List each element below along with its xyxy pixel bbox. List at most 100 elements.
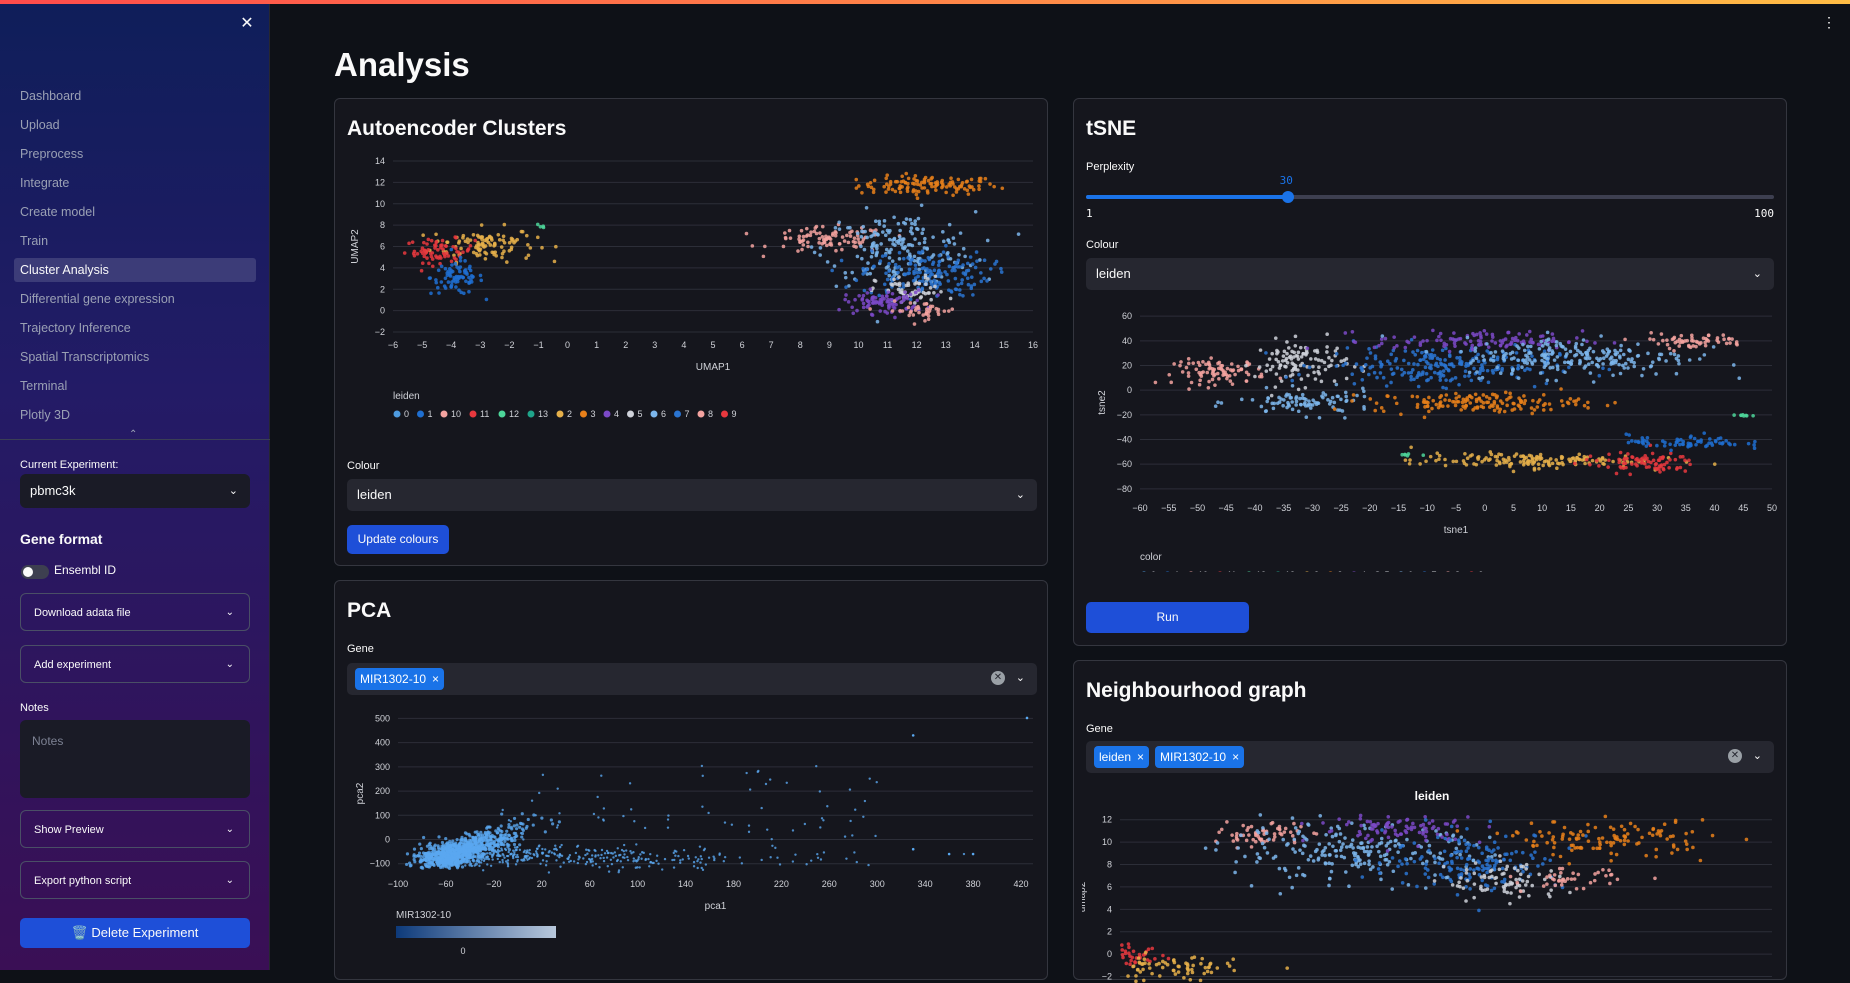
run-button[interactable]: Run	[1086, 602, 1249, 633]
data-point	[1677, 361, 1681, 366]
gene-tag[interactable]: leiden ×	[1094, 746, 1150, 768]
data-point	[1651, 337, 1656, 342]
sidebar-item-plotly-3d[interactable]: Plotly 3D	[14, 403, 256, 427]
umap-plot[interactable]: −202468101214−6 −5 −4 −3 −2 −1 0 1 2 3 4 5 6 7 8 9 10 11 1…	[343, 149, 1043, 419]
data-point	[884, 247, 889, 252]
data-point	[622, 814, 625, 818]
ensembl-id-toggle[interactable]	[21, 565, 49, 579]
data-point	[1618, 354, 1622, 358]
sidebar-item-upload[interactable]: Upload	[14, 113, 256, 137]
data-point	[1422, 415, 1427, 420]
data-point	[1472, 882, 1477, 886]
clear-icon[interactable]: ✕	[1728, 749, 1742, 763]
data-point	[1265, 363, 1269, 368]
data-point	[1327, 829, 1332, 834]
data-point	[1570, 848, 1574, 853]
gene-tag[interactable]: MIR1302-10 ×	[355, 668, 445, 690]
data-point	[920, 249, 925, 253]
neighbourhood-gene-multiselect[interactable]: leiden × MIR1302-10 × ✕ ⌄	[1086, 741, 1774, 773]
data-point	[1495, 365, 1499, 370]
data-point	[826, 805, 829, 808]
data-point	[1506, 455, 1511, 460]
data-point	[1540, 334, 1545, 338]
update-colours-button[interactable]: Update colours	[347, 525, 449, 554]
data-point	[1292, 837, 1297, 842]
sidebar-item-differential-gene-expression[interactable]: Differential gene expression	[14, 287, 256, 311]
sidebar-item-spatial-transcriptomics[interactable]: Spatial Transcriptomics	[14, 345, 256, 369]
sidebar-item-dashboard[interactable]: Dashboard	[14, 84, 256, 108]
sidebar-item-create-model[interactable]: Create model	[14, 200, 256, 224]
data-point	[1299, 402, 1303, 407]
data-point	[469, 274, 474, 278]
perplexity-slider-thumb[interactable]	[1281, 191, 1294, 203]
data-point	[1527, 329, 1532, 334]
main-menu-icon[interactable]: ⋮	[1822, 14, 1836, 31]
tsne-plot[interactable]: −80−60−40−200204060−60 −55 −50 −45 −40 −35 −30…	[1082, 302, 1782, 572]
show-preview-expander[interactable]: Show Preview ⌄	[20, 810, 250, 848]
data-point	[1561, 832, 1565, 837]
perplexity-slider-track[interactable]: 30	[1086, 174, 1774, 203]
data-point	[1560, 344, 1565, 349]
data-point	[1296, 409, 1301, 414]
sidebar-item-preprocess[interactable]: Preprocess	[14, 142, 256, 166]
data-point	[551, 822, 555, 826]
data-point	[1618, 838, 1623, 843]
data-point	[1205, 969, 1210, 974]
pca-gene-multiselect[interactable]: MIR1302-10 × ✕ ⌄	[347, 663, 1037, 695]
data-point	[1244, 363, 1248, 368]
data-point	[475, 859, 479, 862]
data-point	[696, 866, 699, 870]
data-point	[479, 861, 483, 864]
sidebar-item-cluster-analysis[interactable]: Cluster Analysis	[14, 258, 256, 282]
data-point	[1323, 367, 1328, 372]
remove-tag-icon[interactable]: ×	[1232, 750, 1239, 764]
data-point	[1572, 399, 1576, 404]
experiment-select[interactable]: pbmc3k ⌄	[20, 474, 250, 508]
data-point	[1160, 965, 1165, 970]
close-sidebar-button[interactable]: ✕	[237, 14, 257, 34]
remove-tag-icon[interactable]: ×	[432, 672, 439, 686]
data-point	[1362, 394, 1367, 399]
legend-marker	[1165, 571, 1170, 572]
legend-marker	[580, 410, 587, 418]
data-point	[1554, 343, 1559, 348]
data-point	[1561, 462, 1565, 467]
data-point	[1363, 362, 1368, 367]
notes-textarea[interactable]: Notes	[20, 720, 250, 798]
sidebar-item-train[interactable]: Train	[14, 229, 256, 253]
data-point	[1521, 454, 1526, 459]
data-point	[1438, 331, 1443, 336]
y-tick-label: −2	[375, 327, 385, 337]
download-adata-expander[interactable]: Download adata file ⌄	[20, 593, 250, 631]
data-point	[893, 189, 898, 194]
remove-tag-icon[interactable]: ×	[1137, 750, 1144, 764]
data-point	[428, 841, 432, 845]
delete-experiment-button[interactable]: 🗑️ Delete Experiment	[20, 918, 250, 948]
data-point	[1334, 352, 1339, 356]
clear-icon[interactable]: ✕	[991, 671, 1005, 685]
data-point	[1293, 850, 1297, 854]
data-point	[862, 247, 867, 252]
data-point	[492, 851, 495, 855]
add-experiment-expander[interactable]: Add experiment ⌄	[20, 645, 250, 683]
data-point	[1602, 350, 1606, 355]
data-point	[520, 827, 525, 831]
data-point	[1661, 466, 1666, 471]
gene-tag[interactable]: MIR1302-10 ×	[1155, 746, 1245, 768]
data-point	[1502, 409, 1507, 414]
data-point	[1428, 454, 1433, 459]
sidebar-item-integrate[interactable]: Integrate	[14, 171, 256, 195]
sidebar-item-terminal[interactable]: Terminal	[14, 374, 256, 398]
data-point	[1428, 356, 1432, 360]
sidebar-item-trajectory-inference[interactable]: Trajectory Inference	[14, 316, 256, 340]
tsne-colour-select[interactable]: leiden ⌄	[1086, 258, 1774, 290]
neighbourhood-plot[interactable]: leiden−2024681012umap2	[1082, 783, 1782, 983]
sidebar: ✕ Dashboard Upload Preprocess Integrate Crea…	[0, 4, 270, 970]
export-python-expander[interactable]: Export python script ⌄	[20, 861, 250, 899]
autoencoder-colour-select[interactable]: leiden ⌄	[347, 479, 1037, 511]
data-point	[1547, 402, 1552, 406]
pca-plot[interactable]: −1000100200300400500−100 −60 −20 20 60 100 140…	[343, 706, 1043, 966]
data-point	[699, 861, 702, 864]
x-tick-label: 30	[1652, 503, 1662, 513]
data-point	[1477, 860, 1482, 865]
